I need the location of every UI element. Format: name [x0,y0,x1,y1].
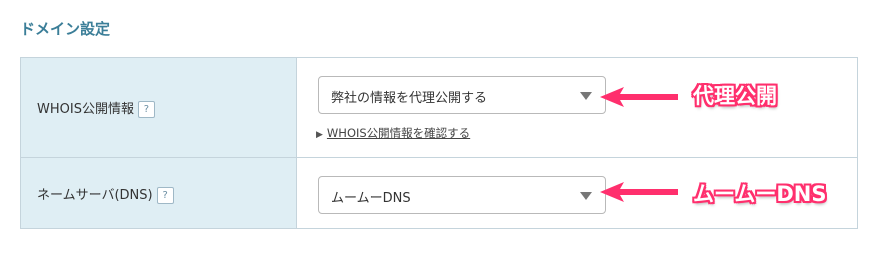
annotation-proxy-publish: 代理公開 [693,84,777,108]
whois-label-text: WHOIS公開情報 [37,102,134,117]
whois-confirm-link-text[interactable]: WHOIS公開情報を確認する [327,126,470,140]
whois-label: WHOIS公開情報? [37,98,155,118]
whois-help-icon[interactable]: ? [137,101,155,118]
whois-select-value: 弊社の情報を代理公開する [331,91,488,106]
whois-label-cell: WHOIS公開情報? [21,58,297,157]
dns-select-value: ムームーDNS [331,191,411,206]
annotation-muumuu-dns: ムームーDNS [693,182,827,206]
dns-label-cell: ネームサーバ(DNS)? [21,158,297,228]
chevron-down-icon [580,192,592,200]
dns-select[interactable]: ムームーDNS [318,176,606,214]
section-title: ドメイン設定 [20,20,111,38]
dns-label: ネームサーバ(DNS)? [37,184,174,204]
chevron-down-icon [580,92,592,100]
triangle-right-icon: ▶ [316,130,323,140]
whois-select[interactable]: 弊社の情報を代理公開する [318,76,606,114]
dns-help-icon[interactable]: ? [156,187,174,204]
arrow-left-icon [600,87,678,107]
dns-label-text: ネームサーバ(DNS) [37,188,153,203]
whois-confirm-link[interactable]: ▶ WHOIS公開情報を確認する [316,125,470,141]
arrow-left-icon [600,182,678,202]
